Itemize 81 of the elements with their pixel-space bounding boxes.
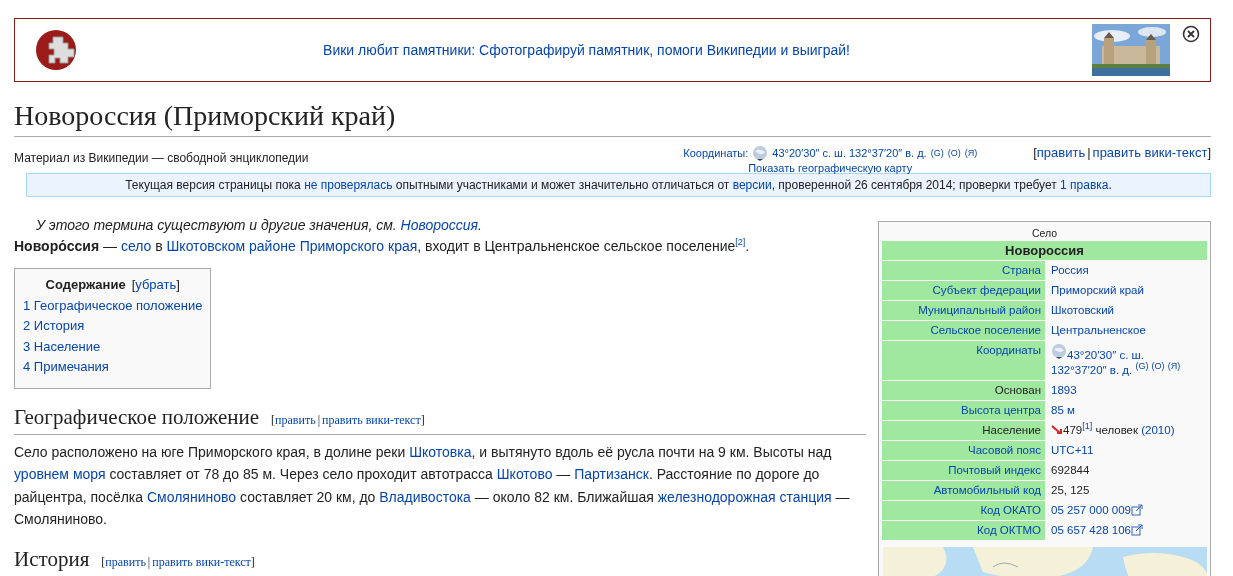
infobox-label-link[interactable]: Страна bbox=[1001, 264, 1041, 276]
page-title: Новороссия (Приморский край) bbox=[14, 98, 1211, 137]
notice-link[interactable]: не проверялась bbox=[304, 178, 393, 192]
toc-title: Содержание bbox=[45, 276, 126, 292]
edit-link[interactable]: править вики-текст bbox=[152, 554, 251, 569]
infobox-link[interactable]: 43°20′30″ с. ш. bbox=[1067, 349, 1144, 361]
banner-link[interactable]: Вики любит памятники: Сфотографируй памятник, помоги Википедии и выиграй! bbox=[323, 42, 850, 58]
toc-item[interactable]: 4 Примечания bbox=[23, 357, 203, 378]
bracket: [ bbox=[101, 554, 106, 569]
infobox-link[interactable]: 132°37′20″ в. д. bbox=[1051, 364, 1133, 376]
infobox-label-link[interactable]: Часовой пояс bbox=[968, 444, 1041, 456]
article-link[interactable]: уровнем моря bbox=[14, 466, 106, 482]
article-link[interactable]: село bbox=[120, 238, 152, 254]
infobox-link[interactable]: Центральненское bbox=[1051, 324, 1146, 336]
bracket: ] bbox=[176, 276, 180, 292]
paragraph: Село расположено на юге Приморского края, в долине реки Шкотовка, и вытянуто вдоль её русла почти на 9 км. Высоты над уровнем моря составляет от 78 до 85 м. Через село проходит автотрасса Шкотово — Партизанск. Расстояние по дороге до райцентра, посёлка Смоляниново составляет 20 км, до Владивостока — около 82 км. Ближайшая железнодорожная станция — Смоляниново. bbox=[14, 442, 851, 529]
edit-link[interactable]: править вики-текст bbox=[1092, 145, 1208, 160]
infobox-link[interactable]: Шкотовский bbox=[1051, 304, 1114, 316]
article-link[interactable]: железнодорожная станция bbox=[657, 488, 832, 505]
map-source-link[interactable]: (O) bbox=[947, 148, 961, 158]
infobox-value: 25, 125 bbox=[1050, 483, 1091, 498]
map-source-link[interactable]: (G) bbox=[930, 148, 944, 158]
reference-link[interactable]: (G) bbox=[1135, 361, 1149, 372]
toc-item[interactable]: 3 Население bbox=[23, 336, 203, 357]
section-heading: Географическое положение bbox=[14, 404, 260, 429]
reference-link[interactable]: [1] bbox=[1082, 421, 1093, 432]
infobox-link[interactable]: 1893 bbox=[1051, 384, 1077, 396]
bracket: [ bbox=[271, 412, 276, 427]
separator: | bbox=[317, 412, 321, 427]
separator: | bbox=[147, 554, 151, 569]
infobox-value: 479$^{[1]}$ человек (2010) bbox=[1045, 421, 1207, 440]
infobox-link[interactable]: Приморский край bbox=[1051, 284, 1144, 296]
section-heading: История bbox=[14, 546, 90, 571]
bracket: ] bbox=[1207, 145, 1211, 160]
infobox-label: Население bbox=[982, 424, 1041, 436]
bracket: [ bbox=[1033, 145, 1037, 160]
tagline: Материал из Википедии — свободной энциклопедии bbox=[14, 150, 310, 165]
infobox-label-link[interactable]: Сельское поселение bbox=[930, 324, 1041, 336]
infobox-link[interactable]: 05 657 428 106 bbox=[1051, 524, 1131, 536]
infobox-label-link[interactable]: Автомобильный код bbox=[933, 484, 1041, 496]
article-link[interactable]: Шкотовка bbox=[409, 443, 472, 460]
map-link[interactable]: Показать географическую карту bbox=[748, 163, 913, 173]
separator: | bbox=[1087, 145, 1091, 160]
article-link[interactable]: Шкотовском районе bbox=[166, 238, 296, 254]
bracket: [ bbox=[131, 276, 136, 292]
infobox-label-link[interactable]: Координаты bbox=[976, 344, 1041, 356]
bracket: ] bbox=[250, 554, 255, 569]
infobox-value: 692844 bbox=[1050, 463, 1091, 478]
infobox-link[interactable]: 85 м bbox=[1051, 404, 1075, 416]
lead-paragraph: Новоро́ссия — село в Шкотовском районе Приморского края, входит в Центральненское сельское поселение$^{[2]}$. bbox=[14, 236, 751, 256]
reference-link[interactable]: (O) bbox=[1151, 361, 1165, 372]
infobox-label-link[interactable]: Муниципальный район bbox=[918, 304, 1041, 316]
article-link[interactable]: Владивостока bbox=[379, 488, 471, 505]
review-notice: Текущая версия страницы пока не проверялась опытными участниками и может значительно отличаться от версии, проверенной 26 сентября 2014; проверки требует 1 правка. bbox=[26, 173, 1211, 197]
infobox-label-link[interactable]: Субъект федерации bbox=[932, 284, 1041, 296]
infobox-link[interactable]: (2010) bbox=[1141, 424, 1175, 436]
infobox-link[interactable]: UTC+11 bbox=[1051, 444, 1094, 456]
coordinates-label: Координаты: bbox=[683, 147, 749, 159]
infobox-type: Село bbox=[1030, 226, 1059, 241]
infobox-link[interactable]: Россия bbox=[1051, 264, 1089, 276]
article-link[interactable]: Партизанск bbox=[574, 466, 649, 482]
toc-item[interactable]: 1 Географическое положение bbox=[23, 295, 203, 316]
article-link[interactable]: Смоляниново bbox=[146, 488, 237, 505]
reference-link[interactable]: (Я) bbox=[1167, 361, 1181, 372]
map-source-link[interactable]: (Я) bbox=[964, 148, 978, 158]
infobox-label-link[interactable]: Код ОКАТО bbox=[980, 504, 1041, 516]
notice-link[interactable]: версии bbox=[732, 178, 772, 192]
infobox-link[interactable]: 05 257 000 009 bbox=[1051, 504, 1131, 516]
infobox-label-link[interactable]: Код ОКТМО bbox=[977, 524, 1041, 536]
article-link[interactable]: Шкотово bbox=[496, 466, 553, 482]
infobox-label-link[interactable]: Высота центра bbox=[961, 404, 1041, 416]
toc-item[interactable]: 2 История bbox=[23, 316, 203, 337]
infobox-label-link[interactable]: Почтовый индекс bbox=[948, 464, 1041, 476]
edit-link[interactable]: править bbox=[275, 412, 316, 427]
infobox-title: Новороссия bbox=[882, 241, 1207, 260]
reference-link[interactable]: [2] bbox=[735, 237, 746, 248]
infobox-label: Основан bbox=[994, 384, 1041, 396]
coordinates-link[interactable]: 43°20′30″ с. ш. 132°37′20″ в. д. bbox=[772, 147, 927, 159]
edit-link[interactable]: править вики-текст bbox=[322, 412, 421, 427]
edit-link[interactable]: править bbox=[105, 554, 146, 569]
bracket: ] bbox=[420, 412, 425, 427]
